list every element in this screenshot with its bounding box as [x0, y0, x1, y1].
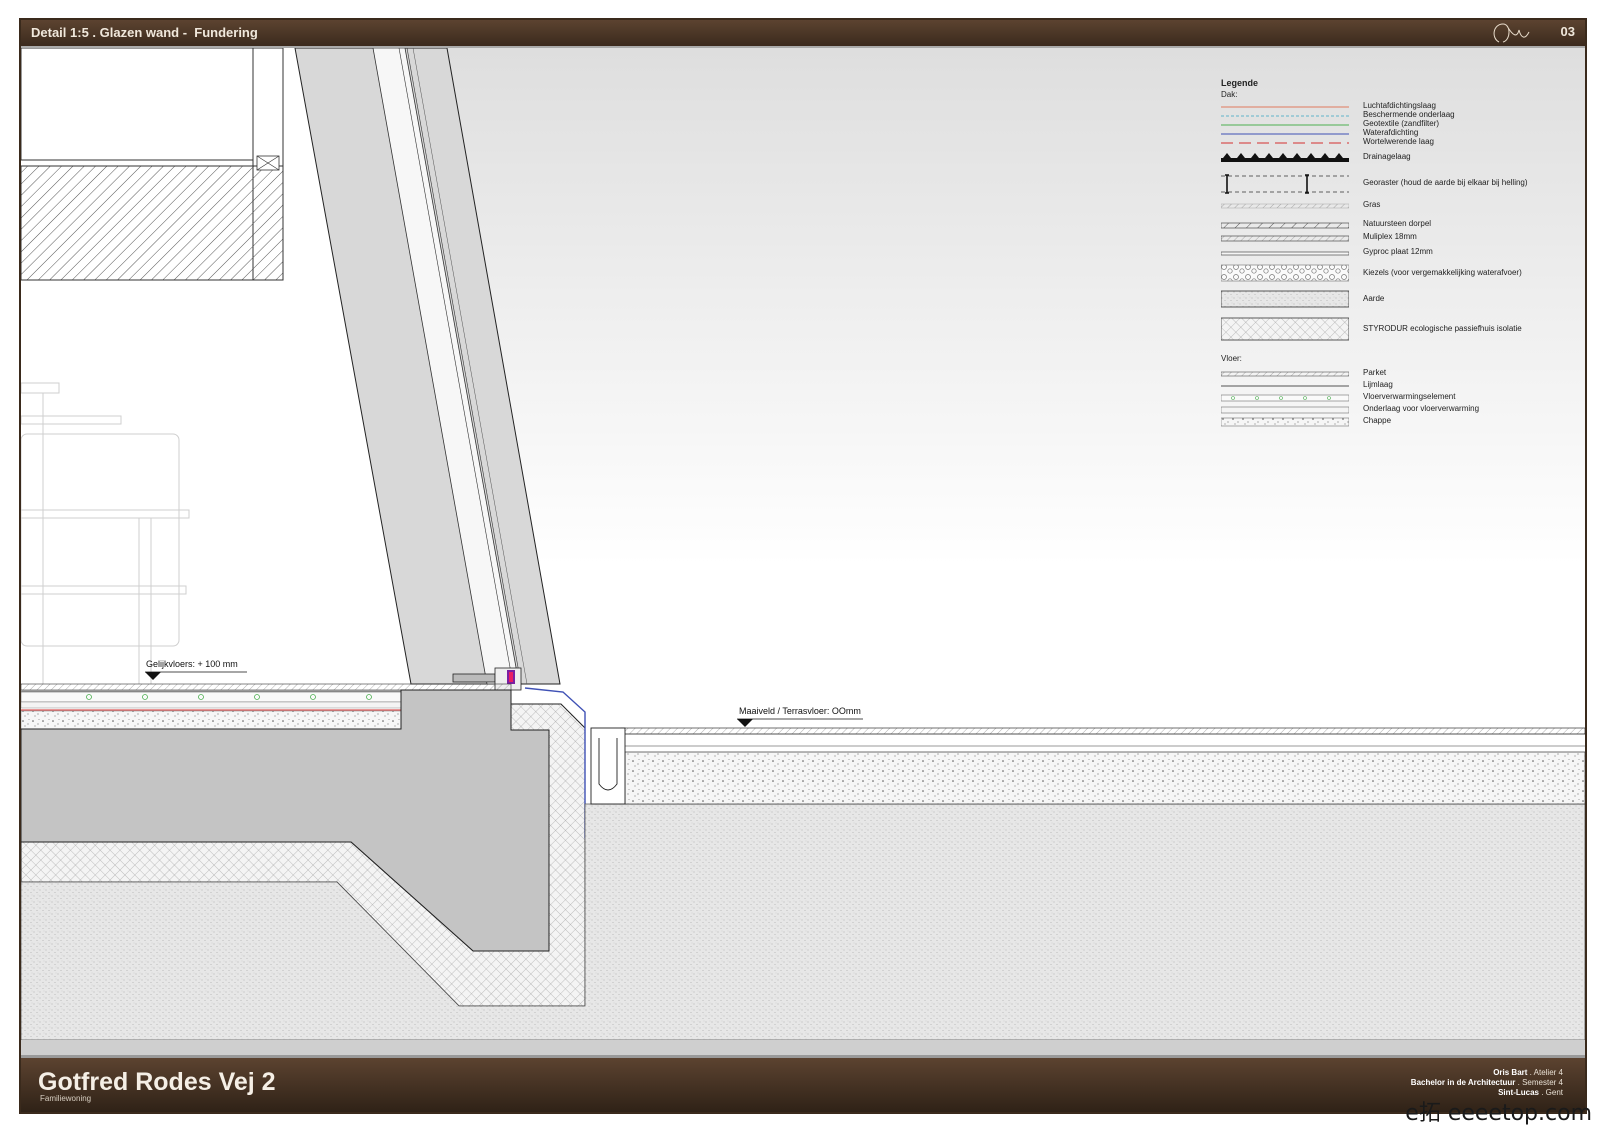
wall-top-white — [21, 48, 254, 161]
project-name: Gotfred Rodes Vej 2 — [38, 1068, 276, 1096]
legend-item: Kiezels (voor vergemakkelijking waterafv… — [1221, 264, 1551, 282]
legend-roof-heading: Dak: — [1221, 90, 1238, 99]
credit-line: Oris Bart . Atelier 4 — [1493, 1068, 1563, 1077]
legend-floor-heading: Vloer: — [1221, 354, 1242, 363]
screed-swatch — [1221, 417, 1349, 427]
legend-item: Gras — [1221, 200, 1551, 214]
exterior-level-label: Maaiveld / Terrasvloer: OOmm — [739, 706, 861, 716]
title-bar: Detail 1:5 . Glazen wand - Fundering 03 — [21, 20, 1585, 48]
legend-item: Natuursteen dorpel — [1221, 219, 1551, 233]
legend-item: Aarde — [1221, 290, 1551, 308]
heating-underlayer-swatch — [1221, 406, 1349, 414]
grass-swatch — [1221, 203, 1349, 209]
project-type: Familiewoning — [40, 1094, 92, 1103]
earth-swatch — [1221, 290, 1349, 308]
legend-item: Muliplex 18mm — [1221, 232, 1551, 246]
legend-item: Drainagelaag — [1221, 152, 1551, 166]
credit-line: Bachelor in de Architectuur . Semester 4 — [1410, 1078, 1563, 1087]
footer-bar: Gotfred Rodes Vej 2 Familiewoning Oris B… — [21, 1055, 1585, 1112]
legend-title: Legende — [1221, 78, 1259, 88]
pebbles-swatch — [1221, 264, 1349, 282]
watermark: e拓 eeeetop.com — [1405, 1101, 1592, 1126]
styrodur-insulation-swatch — [1221, 317, 1349, 341]
natural-stone-swatch — [1221, 222, 1349, 229]
legend-item: Gyproc plaat 12mm — [1221, 247, 1551, 261]
drawing-sheet: Detail 1:5 . Glazen wand - Fundering 03 — [19, 18, 1587, 1114]
adhesive-layer-swatch — [1221, 385, 1349, 387]
interior-level-label: Gelijkvloers: + 100 mm — [146, 659, 238, 669]
georaster-swatch — [1221, 174, 1349, 194]
monogram-logo-icon — [1493, 23, 1530, 43]
multiplex-swatch — [1221, 235, 1349, 242]
floor-heating-swatch — [1221, 394, 1349, 402]
legend-item: Georaster (houd de aarde bij elkaar bij … — [1221, 172, 1551, 196]
parquet-swatch — [1221, 371, 1349, 377]
gyproc-swatch — [1221, 251, 1349, 256]
page-number: 03 — [1560, 24, 1575, 39]
credits-block: Oris Bart . Atelier 4 Bachelor in de Arc… — [1411, 1068, 1563, 1098]
drainage-channel — [590, 727, 626, 805]
root-barrier-swatch — [1221, 142, 1349, 144]
drainage-layer-swatch — [1221, 153, 1349, 162]
ceiling-beam — [21, 165, 284, 281]
legend-item: Chappe — [1221, 416, 1551, 430]
legend-item: Wortelwerende laag — [1221, 137, 1551, 151]
sheet-title: Detail 1:5 . Glazen wand - Fundering — [31, 25, 258, 40]
legend-item: STYRODUR ecologische passiefhuis isolati… — [1221, 317, 1551, 341]
